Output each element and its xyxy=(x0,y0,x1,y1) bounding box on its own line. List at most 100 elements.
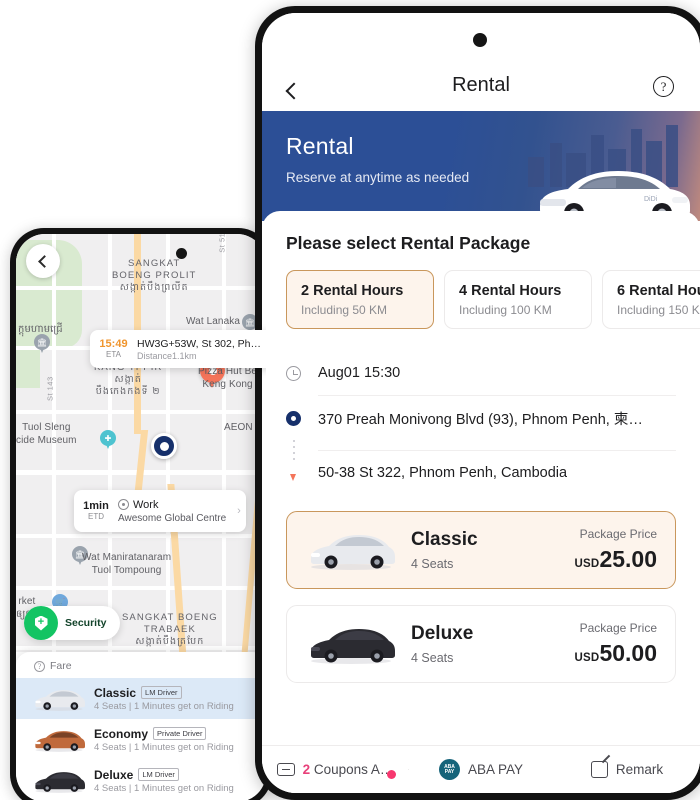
fare-header-label: Fare xyxy=(50,660,72,672)
package-hours: 4 Rental Hours xyxy=(459,282,562,299)
eta-time-block: 15:49 ETA xyxy=(90,338,137,360)
edit-square-icon xyxy=(590,761,608,778)
eta-card[interactable]: 15:49 ETA HW3G+53W, St 302, Ph… Distance… xyxy=(90,330,266,368)
vehicle-info: Classic 4 Seats xyxy=(411,529,575,571)
rental-package-list[interactable]: 2 Rental Hours Including 50 KM 4 Rental Ho… xyxy=(262,254,700,329)
right-phone-device: Rental ? DiDi Rental Reserve at anytime … xyxy=(255,6,700,800)
fare-sheet: ? Fare Classic LM Driver 4 Seats | 1 Minut… xyxy=(16,652,266,800)
fare-option-row[interactable]: Classic LM Driver 4 Seats | 1 Minutes get … xyxy=(16,678,266,719)
origin-dot-icon xyxy=(286,410,318,426)
clock-icon xyxy=(286,365,318,381)
security-label: Security xyxy=(65,617,107,629)
map-origin-marker[interactable] xyxy=(151,433,177,459)
map-view[interactable]: ✚ 🏛 🏛 🛒 🏛 15:49 ETA HW3G+53W, St 302, Ph… xyxy=(16,234,266,652)
price-amount: 25.00 xyxy=(599,546,657,572)
fare-driver-tag: Private Driver xyxy=(153,727,207,740)
trip-origin-row[interactable]: 370 Preah Monivong Blvd (93), Phnom Penh… xyxy=(286,396,676,440)
price-value: USD25.00 xyxy=(575,546,657,573)
vehicle-price-block: Package Price USD25.00 xyxy=(575,527,657,573)
trip-datetime: Aug01 15:30 xyxy=(318,365,401,381)
right-phone-screen: Rental ? DiDi Rental Reserve at anytime … xyxy=(262,13,700,793)
aba-pay-icon: ABA PAY xyxy=(438,759,460,780)
fare-car-image xyxy=(30,727,88,753)
trip-details: Aug01 15:30 370 Preah Monivong Blvd (93)… xyxy=(286,351,676,495)
trip-destination-row[interactable]: 50-38 St 322, Phnom Penh, Cambodia xyxy=(286,451,676,495)
price-label: Package Price xyxy=(579,621,657,635)
left-phone-device: ✚ 🏛 🏛 🛒 🏛 15:49 ETA HW3G+53W, St 302, Ph… xyxy=(10,228,272,800)
question-circle-icon: ? xyxy=(653,76,674,97)
front-camera-dot xyxy=(473,33,487,47)
fare-option-name: Economy xyxy=(94,726,149,741)
content-sheet: Please select Rental Package 2 Rental Ho… xyxy=(262,211,700,793)
price-label: Package Price xyxy=(579,527,657,541)
map-poi-pin: ✚ xyxy=(100,430,116,451)
fare-option-detail: 4 Seats | 1 Minutes get on Riding xyxy=(94,700,234,712)
security-button[interactable]: Security xyxy=(24,606,121,640)
vehicle-info: Deluxe 4 Seats xyxy=(411,623,575,665)
fare-option-info: Classic LM Driver 4 Seats | 1 Minutes get … xyxy=(94,686,266,712)
fare-option-row[interactable]: Economy Private Driver 4 Seats | 1 Minutes… xyxy=(16,719,266,760)
etd-block: 1min ETD xyxy=(74,500,118,522)
section-title: Please select Rental Package xyxy=(286,233,531,253)
fare-option-info: Deluxe LM Driver 4 Seats | 1 Minutes get o… xyxy=(94,768,266,794)
question-circle-icon[interactable]: ? xyxy=(34,660,45,672)
package-hours: 2 Rental Hours xyxy=(301,282,404,299)
vehicle-car-image xyxy=(305,622,397,666)
coupons-label: 2 Coupons A… xyxy=(303,762,394,777)
package-includes: Including 150 KM xyxy=(617,302,700,317)
rental-package-card[interactable]: 2 Rental Hours Including 50 KM xyxy=(286,270,434,329)
fare-option-detail: 4 Seats | 1 Minutes get on Riding xyxy=(94,782,234,794)
nav-back-button[interactable] xyxy=(285,82,316,100)
banner-title: Rental xyxy=(286,133,354,159)
vehicle-price-block: Package Price USD50.00 xyxy=(575,621,657,667)
work-destination-card[interactable]: 1min ETD Work Awesome Global Centre › xyxy=(74,490,246,532)
remark-button[interactable]: Remark xyxy=(554,761,700,778)
work-subtitle: Awesome Global Centre xyxy=(118,512,227,524)
remark-label: Remark xyxy=(615,762,664,777)
fare-option-name: Classic xyxy=(94,685,137,700)
fare-option-detail: 4 Seats | 1 Minutes get on Riding xyxy=(94,741,234,753)
vehicle-card[interactable]: Classic 4 Seats Package Price USD25.00 xyxy=(286,511,676,589)
rental-banner: DiDi Rental Reserve at anytime as needed xyxy=(262,111,700,221)
vehicle-name: Deluxe xyxy=(411,623,474,644)
fare-option-name: Deluxe xyxy=(94,767,134,782)
fare-option-info: Economy Private Driver 4 Seats | 1 Minutes… xyxy=(94,727,266,753)
package-hours: 6 Rental Hours xyxy=(617,282,700,299)
payment-label: ABA PAY xyxy=(467,762,524,777)
banner-subtitle: Reserve at anytime as needed xyxy=(286,170,470,185)
trip-destination: 50-38 St 322, Phnom Penh, Cambodia xyxy=(318,465,568,481)
etd-label: ETD xyxy=(88,511,104,521)
price-value: USD50.00 xyxy=(575,640,657,667)
vehicle-name: Classic xyxy=(411,529,478,550)
nav-help-button[interactable]: ? xyxy=(646,76,674,97)
fare-driver-tag: LM Driver xyxy=(138,768,179,781)
rental-package-card[interactable]: 6 Rental Hours Including 150 KM xyxy=(602,270,700,329)
package-includes: Including 50 KM xyxy=(301,302,388,317)
trip-datetime-row[interactable]: Aug01 15:30 xyxy=(286,351,676,395)
vehicle-seats: 4 Seats xyxy=(411,651,454,665)
vehicle-card[interactable]: Deluxe 4 Seats Package Price USD50.00 xyxy=(286,605,676,683)
vehicle-car-image xyxy=(305,528,397,572)
shield-plus-icon xyxy=(24,606,58,640)
chevron-left-icon xyxy=(38,254,51,268)
location-ring-icon xyxy=(118,499,129,510)
coupons-button[interactable]: 2 Coupons A… xyxy=(262,762,408,779)
payment-button[interactable]: ABA PAY ABA PAY xyxy=(408,759,554,780)
work-title: Work xyxy=(133,498,159,511)
screenshot-root: ✚ 🏛 🏛 🛒 🏛 15:49 ETA HW3G+53W, St 302, Ph… xyxy=(0,0,700,800)
map-back-button[interactable] xyxy=(26,244,60,278)
price-currency: USD xyxy=(574,652,600,664)
left-phone-screen: ✚ 🏛 🏛 🛒 🏛 15:49 ETA HW3G+53W, St 302, Ph… xyxy=(16,234,266,800)
navigation-bar: Rental ? xyxy=(262,13,700,111)
vehicle-list: Classic 4 Seats Package Price USD25.00 Delux… xyxy=(262,511,700,683)
chevron-right-icon: › xyxy=(237,505,241,517)
bottom-action-bar: 2 Coupons A… ABA PAY ABA PAY Remark xyxy=(262,745,700,793)
eta-label: ETA xyxy=(106,349,121,359)
fare-option-row[interactable]: Deluxe LM Driver 4 Seats | 1 Minutes get o… xyxy=(16,760,266,800)
etd-duration: 1min xyxy=(83,499,109,512)
rental-package-card[interactable]: 4 Rental Hours Including 100 KM xyxy=(444,270,592,329)
package-includes: Including 100 KM xyxy=(459,302,552,317)
fare-driver-tag: LM Driver xyxy=(141,686,182,699)
fare-car-image xyxy=(30,768,88,794)
map-label: Wat Maniratanaram Tuol Tompoung xyxy=(82,552,172,576)
